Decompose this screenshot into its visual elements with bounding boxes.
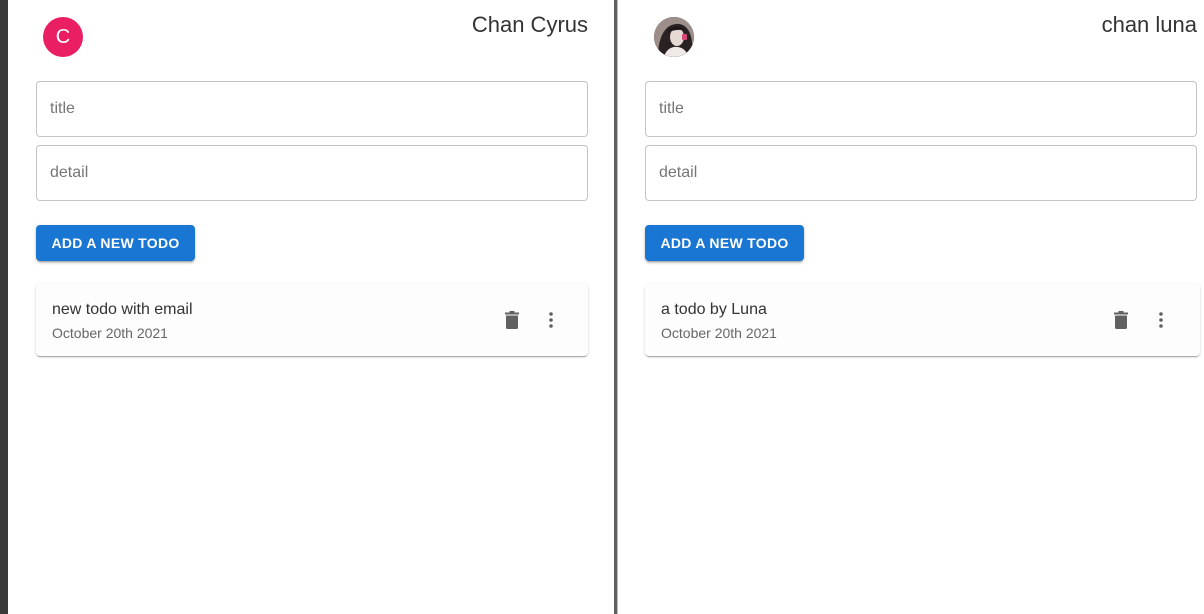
user-name: Chan Cyrus (471, 12, 588, 37)
todo-pane-right: chan luna ADD A NEW TODO a todo by Luna … (619, 0, 1204, 614)
avatar[interactable]: C (43, 17, 83, 57)
more-options-button[interactable] (1147, 306, 1175, 334)
window-edge (0, 0, 8, 614)
detail-input[interactable] (37, 146, 587, 200)
more-vert-icon (549, 312, 553, 328)
title-field[interactable] (36, 81, 588, 137)
add-todo-button[interactable]: ADD A NEW TODO (645, 225, 804, 261)
todo-item[interactable]: a todo by Luna October 20th 2021 (645, 284, 1200, 356)
delete-button[interactable] (498, 306, 526, 334)
more-options-button[interactable] (537, 306, 565, 334)
more-vert-icon (1159, 312, 1163, 328)
split-screen: Chan Cyrus C ADD A NEW TODO new todo wit… (0, 0, 1204, 614)
todo-date: October 20th 2021 (661, 325, 777, 341)
trash-icon (505, 311, 519, 329)
todo-title: new todo with email (52, 301, 193, 318)
todo-date: October 20th 2021 (52, 325, 168, 341)
avatar-letter: C (55, 25, 71, 48)
avatar[interactable] (654, 17, 694, 57)
title-input[interactable] (37, 82, 587, 136)
trash-icon (1114, 311, 1128, 329)
detail-field[interactable] (36, 145, 588, 201)
todo-pane-left: Chan Cyrus C ADD A NEW TODO new todo wit… (8, 0, 614, 614)
detail-input[interactable] (646, 146, 1196, 200)
add-todo-button[interactable]: ADD A NEW TODO (36, 225, 195, 261)
delete-button[interactable] (1107, 306, 1135, 334)
user-name: chan luna (1101, 12, 1197, 37)
todo-title: a todo by Luna (661, 301, 767, 318)
window-divider[interactable] (614, 0, 618, 614)
todo-item[interactable]: new todo with email October 20th 2021 (36, 284, 588, 356)
detail-field[interactable] (645, 145, 1197, 201)
title-input[interactable] (646, 82, 1196, 136)
title-field[interactable] (645, 81, 1197, 137)
user-photo-icon (654, 17, 694, 57)
